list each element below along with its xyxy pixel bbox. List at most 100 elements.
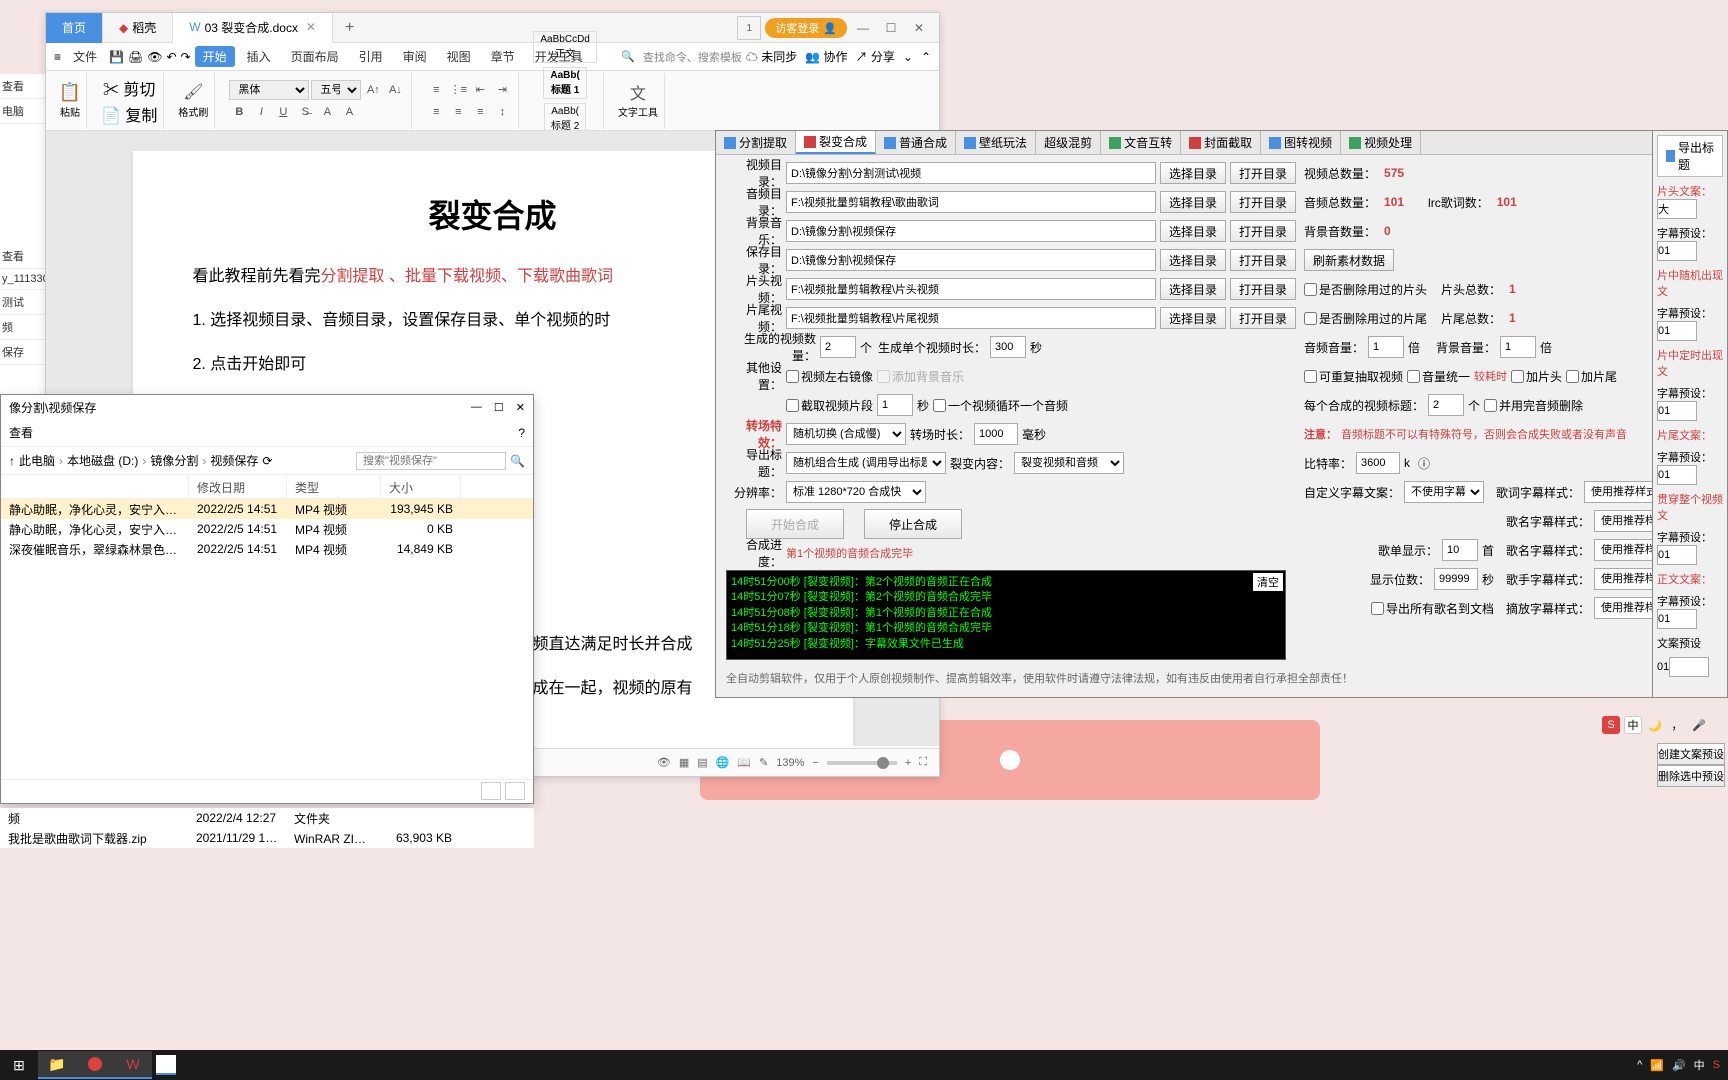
ime-toolbar[interactable]: S 中 🌙 ， 🎤 [1602, 716, 1708, 734]
menu-layout[interactable]: 页面布局 [283, 46, 347, 67]
menu-chapter[interactable]: 章节 [483, 46, 523, 67]
rside-input[interactable] [1657, 241, 1697, 261]
icons-view-icon[interactable] [505, 782, 525, 800]
rside-input[interactable] [1657, 609, 1697, 629]
tab-document[interactable]: W03 裂变合成.docx✕ [173, 13, 333, 43]
text-tools-icon[interactable]: 文 [628, 82, 648, 102]
redo-icon[interactable]: ↷ [181, 50, 191, 64]
vol-input[interactable] [1368, 336, 1404, 358]
chevron-up-icon[interactable]: ⌃ [921, 50, 931, 64]
tray-up-icon[interactable]: ^ [1637, 1059, 1642, 1071]
zoom-slider[interactable] [827, 761, 897, 765]
stop-button[interactable]: 停止合成 [864, 509, 962, 539]
tab-shell[interactable]: ◆稻壳 [103, 13, 173, 43]
single-dur-input[interactable] [990, 336, 1026, 358]
col-size[interactable]: 大小 [381, 475, 461, 498]
explorer-task-icon[interactable]: 📁 [38, 1051, 76, 1079]
rside-input[interactable] [1669, 657, 1709, 677]
minimize-icon[interactable]: — [471, 401, 482, 414]
mic-icon[interactable]: 🎤 [1690, 716, 1708, 734]
table-row[interactable]: 频 2022/2/4 12:27 文件夹 [0, 808, 534, 828]
volnorm-check[interactable]: 音量统一 [1407, 368, 1470, 385]
italic-icon[interactable]: I [251, 102, 271, 122]
select-dir-button[interactable]: 选择目录 [1160, 249, 1226, 271]
style-h2[interactable]: AaBb( 标题 2 [544, 103, 586, 135]
strike-icon[interactable]: S̶ [295, 102, 315, 122]
panel-item[interactable]: 查看 [0, 244, 45, 269]
view-menu[interactable]: 查看 [9, 424, 33, 441]
format-painter-button[interactable]: 🖌 [183, 82, 203, 102]
breadcrumb-item[interactable]: 视频保存 [210, 452, 258, 469]
details-view-icon[interactable] [481, 782, 501, 800]
align-left-icon[interactable]: ≡ [426, 102, 446, 122]
ime-lang-button[interactable]: 中 [1624, 716, 1642, 734]
view-icon[interactable]: 👁 [657, 756, 671, 769]
font-color-icon[interactable]: A [339, 102, 359, 122]
sogou-tray-icon[interactable]: S [1713, 1059, 1720, 1071]
open-dir-button[interactable]: 打开目录 [1230, 278, 1296, 300]
save-dir-input[interactable] [786, 249, 1156, 271]
panel-item[interactable]: y_111330 [0, 269, 45, 290]
style-h1[interactable]: AaBb( 标题 1 [543, 67, 586, 99]
minimize-icon[interactable]: — [851, 16, 875, 40]
trans-dur-input[interactable] [974, 423, 1018, 445]
help-icon[interactable]: ? [518, 426, 525, 440]
fullscreen-icon[interactable]: ⛶ [919, 756, 927, 769]
loop-check[interactable]: 一个视频循环一个音频 [933, 397, 1068, 414]
volume-icon[interactable]: 🔊 [1672, 1059, 1686, 1072]
layout-icon[interactable]: ▦ [679, 756, 689, 769]
col-date[interactable]: 修改日期 [189, 475, 287, 498]
info-icon[interactable]: ⓘ [1418, 455, 1430, 472]
custom-srt-select[interactable]: 不使用字幕 [1404, 481, 1484, 503]
clear-log-button[interactable]: 清空 [1253, 573, 1283, 591]
web-icon[interactable]: 🌐 [716, 756, 730, 769]
tab-img2vid[interactable]: 图转视频 [1261, 131, 1341, 154]
save-icon[interactable]: 💾 [109, 50, 124, 64]
audio-dir-input[interactable] [786, 191, 1156, 213]
breadcrumb-item[interactable]: 本地磁盘 (D:) [67, 452, 138, 469]
start-button[interactable]: 开始合成 [746, 509, 844, 539]
open-dir-button[interactable]: 打开目录 [1230, 220, 1296, 242]
rside-input[interactable] [1657, 199, 1697, 219]
menu-review[interactable]: 审阅 [395, 46, 435, 67]
increase-font-icon[interactable]: A↑ [363, 80, 383, 100]
network-icon[interactable]: 📶 [1650, 1059, 1664, 1072]
explorer-search-input[interactable] [356, 452, 506, 470]
paste-button[interactable]: 📋 [60, 82, 80, 102]
sogou-icon[interactable]: S [1602, 716, 1620, 734]
panel-item[interactable]: 频 [0, 315, 45, 340]
record-task-icon[interactable] [76, 1051, 114, 1079]
zoom-level[interactable]: 139% [776, 757, 804, 769]
style-normal[interactable]: AaBbCcDd 正文 [533, 31, 596, 63]
rside-input[interactable] [1657, 465, 1697, 485]
indent-left-icon[interactable]: ⇤ [470, 80, 490, 100]
close-icon[interactable]: ✕ [907, 16, 931, 40]
number-list-icon[interactable]: ⋮≡ [448, 80, 468, 100]
bitrate-input[interactable] [1356, 452, 1400, 474]
wps-task-icon[interactable]: W [114, 1051, 152, 1079]
tab-cover[interactable]: 封面截取 [1181, 131, 1261, 154]
menu-insert[interactable]: 插入 [239, 46, 279, 67]
head-dir-input[interactable] [786, 278, 1156, 300]
read-icon[interactable]: 📖 [737, 756, 751, 769]
select-dir-button[interactable]: 选择目录 [1160, 191, 1226, 213]
digits-input[interactable] [1434, 568, 1478, 590]
srt-select[interactable]: 裂变视频和音频 [1014, 452, 1124, 474]
tab-super[interactable]: 超级混剪 [1036, 131, 1101, 154]
undo-icon[interactable]: ↶ [166, 50, 176, 64]
table-row[interactable]: 我批是歌曲歌词下载器.zip 2021/11/29 17:26 WinRAR Z… [0, 828, 534, 848]
res-select[interactable]: 标准 1280*720 合成快 [786, 481, 926, 503]
panel-item[interactable]: 电脑 [0, 99, 45, 124]
bold-icon[interactable]: B [229, 102, 249, 122]
menu-list-icon[interactable]: ≡ [54, 50, 61, 64]
reuse-check[interactable]: 可重复抽取视频 [1304, 368, 1403, 385]
tab-home[interactable]: 首页 [46, 13, 103, 43]
doc-link[interactable]: 分割提取 、批量下载视频、下载歌曲歌词 [321, 268, 613, 285]
mirror-check[interactable]: 视频左右镜像 [786, 368, 873, 385]
maximize-icon[interactable]: ☐ [879, 16, 903, 40]
tab-fission[interactable]: 裂变合成 [796, 131, 876, 154]
open-dir-button[interactable]: 打开目录 [1230, 307, 1296, 329]
open-dir-button[interactable]: 打开目录 [1230, 191, 1296, 213]
combine-check[interactable]: 并用完音频删除 [1484, 397, 1583, 414]
select-dir-button[interactable]: 选择目录 [1160, 220, 1226, 242]
